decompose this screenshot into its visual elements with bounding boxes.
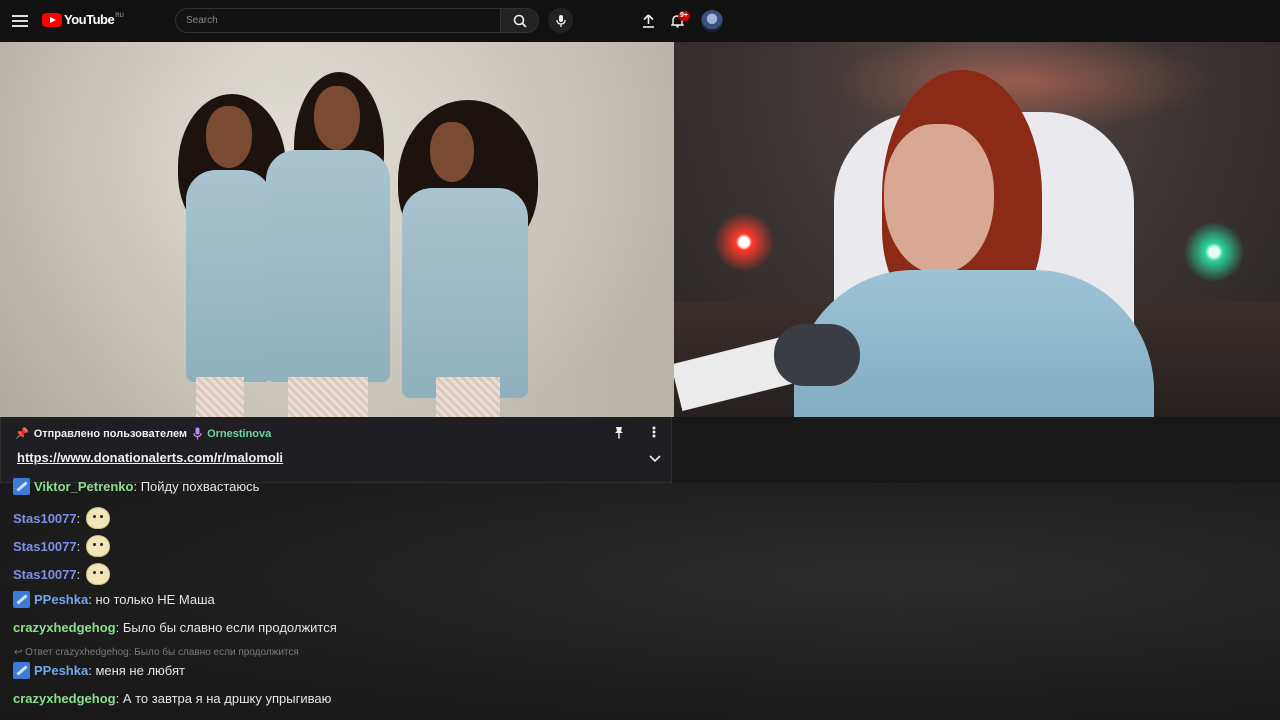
avatar[interactable]	[701, 10, 723, 32]
reply-icon: ↩	[14, 647, 23, 658]
hammer-badge-icon	[13, 662, 30, 679]
music-video-frame[interactable]	[0, 42, 674, 417]
pinned-message: 📌 Отправлено пользователем Ornestinova h…	[0, 417, 672, 483]
chat-text: меня не любят	[95, 663, 185, 678]
chat-message: Stas10077:	[13, 507, 111, 529]
top-bar: YouTube RU 9+	[0, 0, 1280, 42]
pinned-header: 📌 Отправлено пользователем Ornestinova	[15, 427, 271, 440]
red-light	[714, 212, 774, 272]
chat-message: crazyxhedgehog: Было бы славно если прод…	[13, 620, 337, 635]
chat-username[interactable]: Stas10077	[13, 567, 77, 582]
chat-username[interactable]: PPeshka	[34, 592, 88, 607]
chat-message: Viktor_Petrenko: Пойду похвастаюсь	[13, 478, 259, 495]
upload-button[interactable]	[638, 11, 658, 31]
voice-search-button[interactable]	[548, 8, 573, 33]
streamer-webcam[interactable]	[674, 42, 1280, 417]
pinned-username[interactable]: Ornestinova	[207, 428, 271, 440]
logo-text: YouTube	[64, 12, 115, 27]
search-input[interactable]	[186, 9, 500, 32]
chat-text: Пойду похвастаюсь	[140, 479, 260, 494]
menu-icon[interactable]	[12, 12, 28, 30]
chat-message: PPeshka: но только НЕ Маша	[13, 591, 215, 608]
hammer-badge-icon	[13, 591, 30, 608]
chat-username[interactable]: Viktor_Petrenko	[34, 479, 133, 494]
chat-panel: Viktor_Petrenko: Пойду похвастаюсь Stas1…	[0, 478, 1280, 720]
pinned-label: Отправлено пользователем	[33, 427, 188, 440]
unpin-icon[interactable]	[613, 426, 625, 439]
chat-message: Stas10077:	[13, 535, 111, 557]
upload-icon	[642, 14, 654, 28]
chat-text: Было бы славно если продолжится	[122, 620, 337, 635]
chat-message: crazyxhedgehog: А то завтра я на дршку у…	[13, 691, 332, 706]
chat-text: А то завтра я на дршку упрыгиваю	[122, 691, 332, 706]
chevron-down-icon[interactable]	[649, 455, 661, 463]
more-options-icon[interactable]	[651, 425, 657, 439]
chat-message: Stas10077:	[13, 563, 111, 585]
microphone	[774, 324, 860, 386]
microphone-icon	[193, 427, 202, 440]
reply-text: Ответ crazyxhedgehog: Было бы славно есл…	[25, 647, 299, 658]
microphone-icon	[555, 14, 566, 27]
search-button[interactable]	[500, 8, 539, 33]
chat-username[interactable]: Stas10077	[13, 511, 77, 526]
hammer-badge-icon	[13, 478, 30, 495]
pin-icon: 📌	[15, 428, 29, 440]
emote-icon	[86, 535, 111, 557]
chat-username[interactable]: PPeshka	[34, 663, 88, 678]
chat-text: но только НЕ Маша	[95, 592, 215, 607]
youtube-play-icon	[42, 12, 62, 27]
chat-message: PPeshka: меня не любят	[13, 662, 185, 679]
search-box	[175, 8, 501, 33]
chat-username[interactable]: Stas10077	[13, 539, 77, 554]
streamer-face	[884, 124, 994, 274]
search-icon	[513, 14, 527, 28]
logo-region: RU	[115, 12, 124, 19]
emote-icon	[86, 507, 111, 529]
chat-username[interactable]: crazyxhedgehog	[13, 691, 116, 706]
green-light	[1184, 222, 1244, 282]
emote-icon	[86, 563, 111, 585]
chat-username[interactable]: crazyxhedgehog	[13, 620, 116, 635]
youtube-logo[interactable]: YouTube RU	[42, 12, 124, 27]
notification-badge: 9+	[678, 11, 690, 21]
reply-context: ↩ Ответ crazyxhedgehog: Было бы славно е…	[14, 647, 299, 658]
pinned-link[interactable]: https://www.donationalerts.com/r/malomol…	[17, 450, 283, 465]
